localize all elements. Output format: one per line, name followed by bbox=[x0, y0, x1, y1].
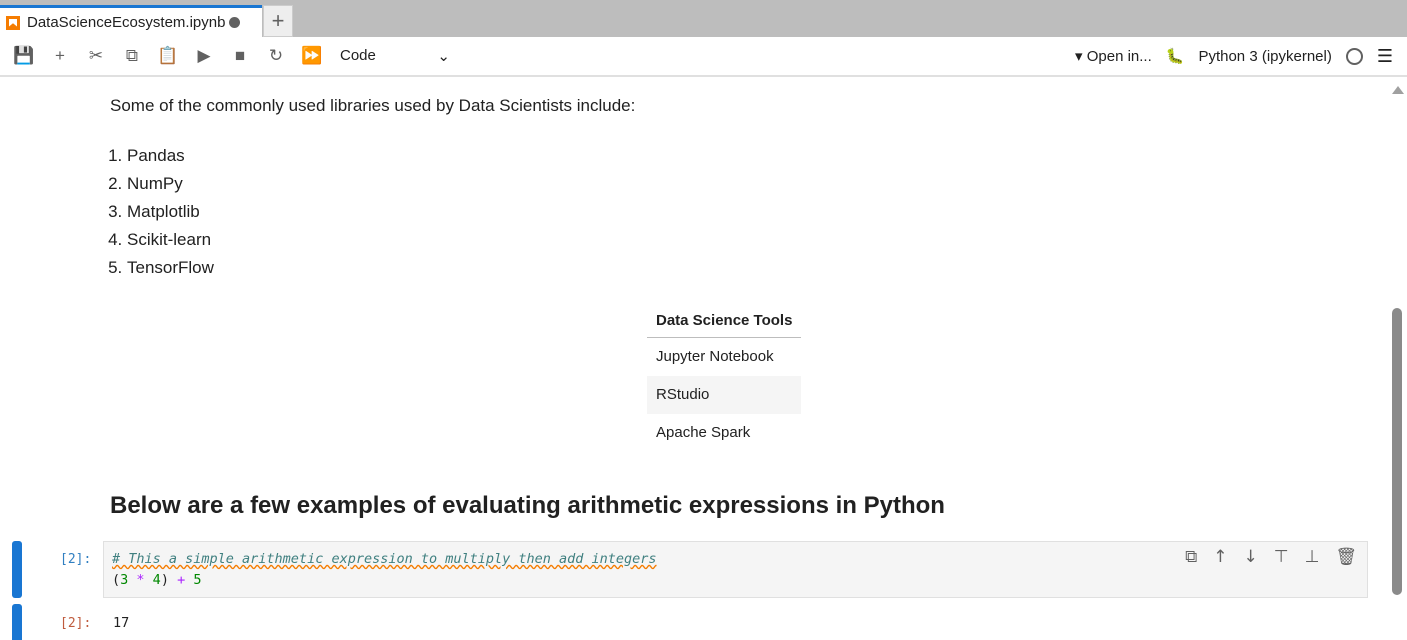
table-cell: Apache Spark bbox=[656, 424, 751, 441]
active-cell-indicator[interactable] bbox=[12, 541, 22, 598]
delete-cell-icon[interactable]: 🗑 bbox=[1335, 547, 1357, 568]
output-value: 17 bbox=[113, 615, 130, 631]
run-icon[interactable]: ▶ bbox=[186, 46, 222, 66]
scrollbar-thumb[interactable] bbox=[1392, 308, 1402, 595]
table-cell: Jupyter Notebook bbox=[656, 348, 774, 366]
move-down-icon[interactable]: ↓ bbox=[1244, 547, 1258, 568]
duplicate-cell-icon[interactable]: ⧉ bbox=[1185, 547, 1197, 568]
restart-icon[interactable]: ↻ bbox=[258, 46, 294, 66]
output-prompt: [2]: bbox=[60, 616, 92, 631]
stop-icon[interactable]: ■ bbox=[222, 46, 258, 66]
library-list: Pandas NumPy Matplotlib Scikit-learn Ten… bbox=[127, 142, 214, 282]
copy-icon[interactable]: ⧉ bbox=[114, 46, 150, 66]
move-up-icon[interactable]: ↑ bbox=[1213, 547, 1227, 568]
notebook-toolbar: 💾 + ✂ ⧉ 📋 ▶ ■ ↻ ⏩ Code ⌄ ▾ Open in... 🐛 P… bbox=[0, 37, 1407, 77]
notebook-icon bbox=[6, 15, 20, 30]
output-indicator[interactable] bbox=[12, 604, 22, 640]
cell-type-select[interactable]: Code ⌄ bbox=[340, 47, 450, 65]
code-token: * bbox=[128, 572, 153, 588]
open-in-label: Open in... bbox=[1086, 48, 1152, 65]
code-line: (3 * 4) + 5 bbox=[112, 570, 1359, 591]
table-cell: RStudio bbox=[647, 375, 802, 414]
open-in-button[interactable]: ▾ Open in... bbox=[1075, 47, 1152, 65]
new-tab-button[interactable]: + bbox=[263, 5, 293, 37]
intro-text: Some of the commonly used libraries used… bbox=[110, 96, 636, 115]
list-item: TensorFlow bbox=[127, 254, 214, 282]
unsaved-dot-icon[interactable] bbox=[229, 17, 241, 28]
save-icon[interactable]: 💾 bbox=[6, 46, 42, 66]
run-all-icon[interactable]: ⏩ bbox=[294, 46, 330, 66]
code-token: ) bbox=[160, 572, 169, 588]
code-token: + bbox=[168, 572, 194, 588]
insert-above-icon[interactable]: ⊤ bbox=[1274, 547, 1289, 568]
list-item: NumPy bbox=[127, 170, 214, 198]
paste-icon[interactable]: 📋 bbox=[150, 46, 186, 66]
notebook-tab[interactable]: DataScienceEcosystem.ipynb bbox=[0, 5, 262, 37]
notebook-content: Some of the commonly used libraries used… bbox=[0, 78, 1388, 640]
add-cell-icon[interactable]: + bbox=[42, 46, 78, 66]
cut-icon[interactable]: ✂ bbox=[78, 46, 114, 66]
table-header: Data Science Tools bbox=[647, 304, 802, 338]
list-item: Matplotlib bbox=[127, 198, 214, 226]
input-prompt: [2]: bbox=[60, 552, 92, 567]
code-comment: # This a simple arithmetic expression to… bbox=[112, 551, 657, 567]
scroll-up-icon[interactable] bbox=[1392, 86, 1404, 94]
list-item: Pandas bbox=[127, 142, 214, 170]
kernel-name[interactable]: Python 3 (ipykernel) bbox=[1198, 48, 1331, 65]
chevron-down-icon: ⌄ bbox=[437, 48, 450, 65]
code-token: 5 bbox=[193, 572, 202, 588]
scrollbar[interactable] bbox=[1388, 78, 1407, 640]
tab-bar: DataScienceEcosystem.ipynb + bbox=[0, 0, 1407, 37]
menu-icon[interactable]: ☰ bbox=[1377, 46, 1393, 67]
cell-type-value: Code bbox=[340, 47, 376, 64]
tools-table: Data Science Tools Jupyter Notebook RStu… bbox=[647, 304, 802, 452]
code-token: ( bbox=[112, 572, 121, 588]
section-heading: Below are a few examples of evaluating a… bbox=[110, 492, 945, 519]
code-cell-editor[interactable]: # This a simple arithmetic expression to… bbox=[103, 541, 1368, 598]
insert-below-icon[interactable]: ⊥ bbox=[1305, 547, 1320, 568]
code-token: 4 bbox=[152, 572, 161, 588]
debugger-icon[interactable]: 🐛 bbox=[1166, 47, 1185, 65]
kernel-status-icon bbox=[1345, 47, 1363, 65]
tab-title: DataScienceEcosystem.ipynb bbox=[27, 14, 226, 31]
list-item: Scikit-learn bbox=[127, 226, 214, 254]
